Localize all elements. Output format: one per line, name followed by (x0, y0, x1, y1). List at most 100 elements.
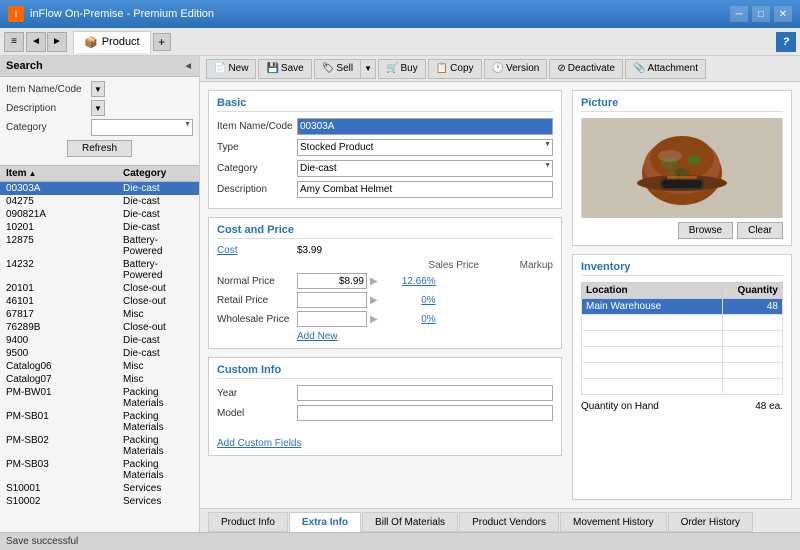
maximize-button[interactable]: □ (752, 6, 770, 22)
search-collapse-button[interactable]: ◄ (183, 61, 193, 72)
refresh-button[interactable]: Refresh (67, 140, 132, 157)
model-field-row: Model (217, 405, 553, 421)
version-icon: 🕐 (492, 63, 504, 74)
cost-value: $3.99 (297, 245, 322, 256)
picture-btn-row: Browse Clear (581, 222, 783, 239)
clear-button[interactable]: Clear (737, 222, 783, 239)
normal-price-row: Normal Price ▶ 12.66% (217, 273, 553, 289)
item-name-input[interactable] (297, 118, 553, 135)
quantity-on-hand-value: 48 ea. (755, 401, 783, 412)
list-item[interactable]: 20101Close-out (0, 282, 199, 295)
list-item[interactable]: PM-BW01Packing Materials (0, 386, 199, 410)
help-button[interactable]: ? (776, 32, 796, 52)
menu-button[interactable]: ≡ (4, 32, 24, 52)
title-bar-controls: ─ □ ✕ (730, 6, 792, 22)
retail-price-markup[interactable]: 0% (381, 295, 436, 306)
list-item[interactable]: 67817Misc (0, 308, 199, 321)
product-tab[interactable]: 📦 Product (73, 31, 151, 53)
category-field-select[interactable]: Die-cast (297, 160, 553, 177)
deactivate-button[interactable]: ⊘ Deactivate (549, 59, 623, 79)
app-icon: i (8, 6, 24, 22)
list-item[interactable]: 9500Die-cast (0, 347, 199, 360)
left-content: Basic Item Name/Code Type Stocked Produc… (208, 90, 562, 500)
description-dropdown[interactable]: ▼ (91, 100, 105, 116)
category-field-row: Category Die-cast (217, 160, 553, 177)
add-new-price-link[interactable]: Add New (217, 331, 338, 342)
save-button[interactable]: 💾 Save (258, 59, 311, 79)
new-button[interactable]: 📄 New (206, 59, 256, 79)
inventory-row[interactable]: Main Warehouse48 (582, 299, 783, 315)
main-layout: Search ◄ Item Name/Code ▼ Description ▼ … (0, 56, 800, 532)
list-item[interactable]: 76289BClose-out (0, 321, 199, 334)
wholesale-price-input[interactable] (297, 311, 367, 327)
item-col-header[interactable]: Item ▲ (6, 168, 123, 179)
sell-icon: 🏷 (322, 63, 335, 74)
sell-button[interactable]: 🏷 Sell (314, 59, 361, 79)
copy-button[interactable]: 📋 Copy (428, 59, 482, 79)
minimize-button[interactable]: ─ (730, 6, 748, 22)
list-item[interactable]: PM-SB03Packing Materials (0, 458, 199, 482)
attachment-icon: 📎 (633, 63, 645, 74)
version-button[interactable]: 🕐 Version (484, 59, 548, 79)
list-item[interactable]: Catalog07Misc (0, 373, 199, 386)
add-custom-fields-link[interactable]: Add Custom Fields (217, 438, 301, 449)
bottom-tab-movement-history[interactable]: Movement History (560, 512, 667, 532)
model-label: Model (217, 408, 297, 419)
description-search-label: Description (6, 103, 91, 114)
list-item[interactable]: 14232Battery-Powered (0, 258, 199, 282)
type-select[interactable]: Stocked Product Non-stocked Product Serv… (297, 139, 553, 156)
type-field-row: Type Stocked Product Non-stocked Product… (217, 139, 553, 156)
list-item[interactable]: 00303ADie-cast (0, 182, 199, 195)
action-bar: 📄 New 💾 Save 🏷 Sell ▼ 🛒 Buy 📋 Copy (200, 56, 800, 82)
list-item[interactable]: S10002Services (0, 495, 199, 508)
search-header: Search ◄ (0, 56, 199, 77)
year-input[interactable] (297, 385, 553, 401)
list-item[interactable]: S10001Services (0, 482, 199, 495)
nav-back-button[interactable]: ◄ (26, 32, 46, 52)
cost-price-title: Cost and Price (217, 224, 553, 239)
right-panel: 📄 New 💾 Save 🏷 Sell ▼ 🛒 Buy 📋 Copy (200, 56, 800, 532)
category-search-label: Category (6, 122, 91, 133)
cost-label[interactable]: Cost (217, 245, 297, 256)
attachment-button[interactable]: 📎 Attachment (625, 59, 706, 79)
buy-button[interactable]: 🛒 Buy (378, 59, 426, 79)
close-button[interactable]: ✕ (774, 6, 792, 22)
picture-area (581, 118, 783, 218)
category-select[interactable] (91, 119, 193, 136)
add-tab-button[interactable]: + (153, 33, 171, 51)
item-name-dropdown[interactable]: ▼ (91, 81, 105, 97)
retail-price-input[interactable] (297, 292, 367, 308)
normal-price-input[interactable] (297, 273, 367, 289)
category-col-header[interactable]: Category (123, 168, 193, 179)
year-label: Year (217, 388, 297, 399)
app-title: inFlow On-Premise - Premium Edition (30, 8, 730, 20)
nav-forward-button[interactable]: ► (47, 32, 67, 52)
sell-dropdown-button[interactable]: ▼ (361, 59, 376, 79)
list-item[interactable]: 46101Close-out (0, 295, 199, 308)
wholesale-price-markup[interactable]: 0% (381, 314, 436, 325)
bottom-tab-order-history[interactable]: Order History (668, 512, 753, 532)
list-item[interactable]: 090821ADie-cast (0, 208, 199, 221)
inventory-row-empty (582, 315, 783, 331)
normal-price-label: Normal Price (217, 276, 297, 287)
bottom-tab-product-info[interactable]: Product Info (208, 512, 288, 532)
list-item[interactable]: PM-SB02Packing Materials (0, 434, 199, 458)
inventory-row-empty (582, 363, 783, 379)
list-item[interactable]: Catalog06Misc (0, 360, 199, 373)
description-input[interactable] (297, 181, 553, 198)
list-item[interactable]: 10201Die-cast (0, 221, 199, 234)
normal-price-markup[interactable]: 12.66% (381, 276, 436, 287)
bottom-tab-product-vendors[interactable]: Product Vendors (459, 512, 559, 532)
model-input[interactable] (297, 405, 553, 421)
bottom-tab-extra-info[interactable]: Extra Info (289, 512, 361, 532)
list-item[interactable]: 04275Die-cast (0, 195, 199, 208)
basic-section: Basic Item Name/Code Type Stocked Produc… (208, 90, 562, 209)
wholesale-price-arrow: ▶ (370, 314, 378, 325)
retail-price-arrow: ▶ (370, 295, 378, 306)
list-item[interactable]: 9400Die-cast (0, 334, 199, 347)
list-item[interactable]: 12875Battery-Powered (0, 234, 199, 258)
bottom-tab-bill-of-materials[interactable]: Bill Of Materials (362, 512, 458, 532)
browse-button[interactable]: Browse (678, 222, 733, 239)
list-item[interactable]: PM-SB01Packing Materials (0, 410, 199, 434)
product-tab-icon: 📦 (84, 36, 98, 49)
